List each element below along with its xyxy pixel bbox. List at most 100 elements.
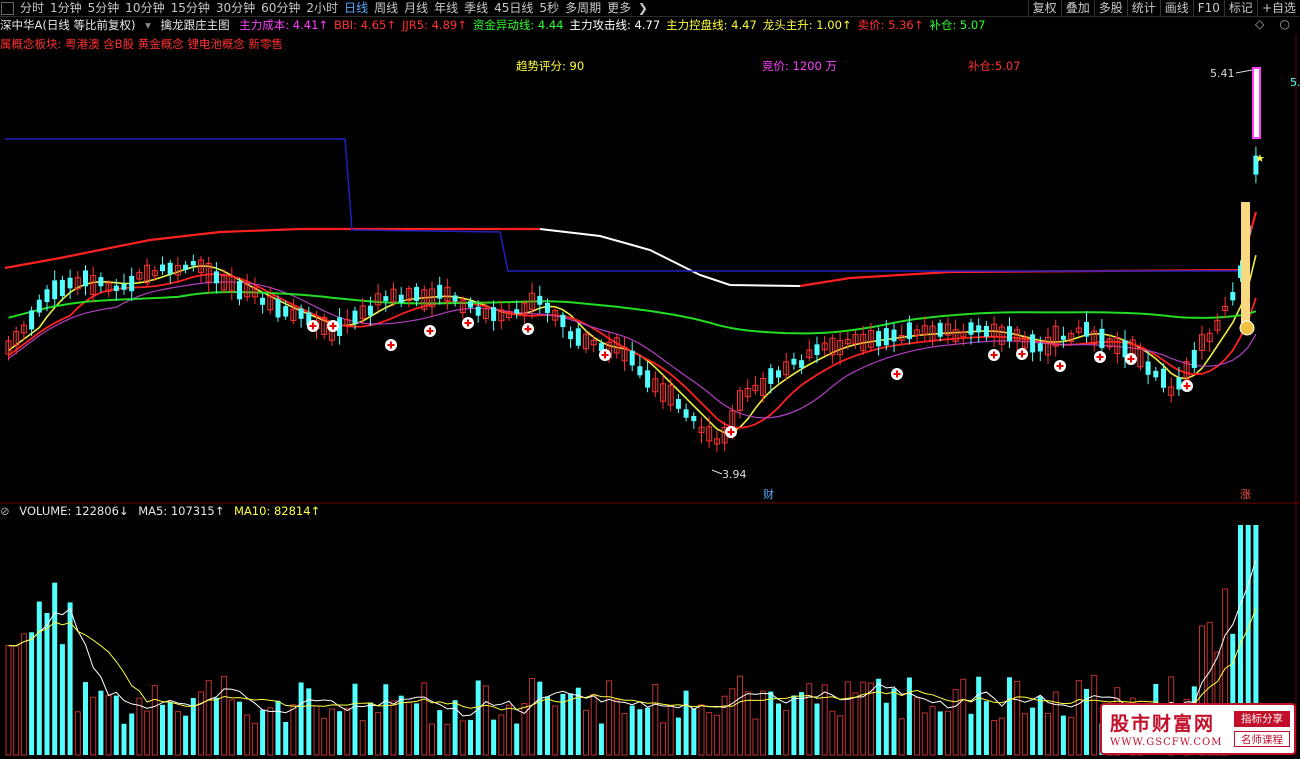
collapse-circle-icon[interactable]: ⊘ [0, 504, 10, 518]
volume-value[interactable]: VOLUME: 122806↓ [19, 504, 128, 518]
volume-bar-up [151, 684, 158, 756]
volume-bar-down [275, 700, 281, 755]
candle-down [1161, 368, 1166, 388]
volume-bar-down [414, 703, 420, 755]
volume-bar-up [837, 715, 844, 756]
candle-down [491, 307, 497, 321]
candle-down [29, 310, 35, 330]
volume-bar-up [860, 681, 867, 756]
volume-bar-down [437, 710, 443, 755]
ma-green-line [8, 291, 1257, 335]
volume-bar-up [821, 684, 828, 756]
candle-down [36, 299, 42, 313]
volume-bar-up [1068, 716, 1075, 756]
watermark-url: WWW.GSCFW.COM [1110, 737, 1223, 748]
volume-bar-up [313, 705, 320, 756]
long-blue-line [5, 138, 1240, 272]
candle-down [237, 281, 242, 300]
volume-bar-up [221, 675, 228, 756]
candle-down [1145, 361, 1151, 375]
candle-down [1060, 335, 1066, 340]
volume-bar-up [852, 692, 859, 756]
volume-bar-down [121, 723, 127, 755]
high-price-label: 5.41 [1210, 67, 1235, 80]
candle-down [983, 325, 989, 337]
candle-down [568, 331, 574, 340]
candle-down [560, 314, 566, 328]
candle-down [683, 409, 689, 418]
volume-bar-up [244, 714, 251, 756]
volume-bar-down [160, 704, 165, 755]
long-red-line-2 [799, 211, 1258, 288]
volume-bar-up [698, 704, 705, 756]
candle-down [937, 322, 943, 337]
volume-bar-down [560, 693, 566, 755]
volume-bar-up [144, 710, 151, 756]
candle-down [167, 262, 173, 275]
volume-bar-down [475, 680, 481, 755]
volume-bar-up [721, 695, 728, 756]
volume-bar-down [891, 688, 897, 755]
volume-bar-up [136, 697, 143, 756]
volume-bar-down [545, 696, 550, 755]
volume-bar-down [213, 697, 219, 755]
volume-bar-up [1075, 680, 1082, 756]
volume-bar-up [20, 633, 27, 756]
volume-ma10: MA10: 82814↑ [234, 504, 321, 518]
volume-bar-up [590, 693, 597, 756]
volume-bar-down [283, 721, 289, 755]
candle-down [283, 306, 289, 317]
signal-bar-top [1252, 67, 1261, 139]
volume-bar-down [883, 702, 889, 755]
volume-bar-down [1030, 707, 1036, 755]
candle-down [414, 286, 420, 301]
volume-bar-down [491, 719, 497, 755]
volume-bar-down [367, 702, 373, 755]
right-edge-label: 5. [1290, 76, 1300, 89]
volume-bar-up [506, 704, 512, 756]
signal-bar [1241, 202, 1250, 330]
candle-down [275, 299, 281, 318]
volume-bar-down [83, 682, 88, 755]
long-red-line [4, 227, 540, 270]
volume-bar-down [129, 713, 135, 755]
volume-bar-up [667, 705, 674, 756]
volume-bar-up [90, 696, 97, 756]
volume-bar-up [421, 682, 428, 756]
candle-down [537, 295, 543, 305]
volume-bar-down [799, 692, 805, 755]
candle-down [298, 308, 304, 319]
volume-bar-up [652, 684, 659, 756]
volume-bar-up [344, 707, 351, 756]
volume-bar-up [991, 720, 998, 756]
volume-bar-down [568, 693, 574, 755]
candle-down [768, 368, 774, 384]
volume-bar-up [228, 699, 235, 756]
candle-down [1084, 321, 1089, 337]
volume-bar-down [637, 709, 643, 755]
volume-bar-up [744, 691, 751, 756]
candle-down [183, 264, 189, 270]
candle-down [67, 277, 73, 289]
candle-down [691, 416, 697, 422]
volume-bar-up [752, 718, 759, 756]
low-price-label: 3.94 [722, 468, 747, 481]
volume-bar-down [167, 702, 173, 755]
volume-bar-down [237, 701, 242, 755]
kline-chart[interactable]: 5.41 5. 3.94 财 涨 ★ [0, 0, 1300, 759]
volume-bar-down [59, 644, 65, 755]
candle-down [190, 261, 196, 266]
watermark-tag-course[interactable]: 名师课程 [1234, 731, 1290, 747]
candle-down [1230, 292, 1236, 301]
candle-down [976, 325, 982, 333]
candle-down [891, 329, 897, 342]
watermark-tag-share[interactable]: 指标分享 [1234, 711, 1290, 727]
volume-bar-down [876, 678, 882, 755]
candle-down [814, 344, 820, 356]
volume-bar-up [359, 720, 366, 756]
volume-bar-down [514, 723, 520, 755]
volume-bar-up [429, 723, 435, 756]
volume-bar-down [675, 717, 681, 755]
volume-bar-down [260, 709, 266, 755]
volume-bar-down [52, 582, 58, 755]
